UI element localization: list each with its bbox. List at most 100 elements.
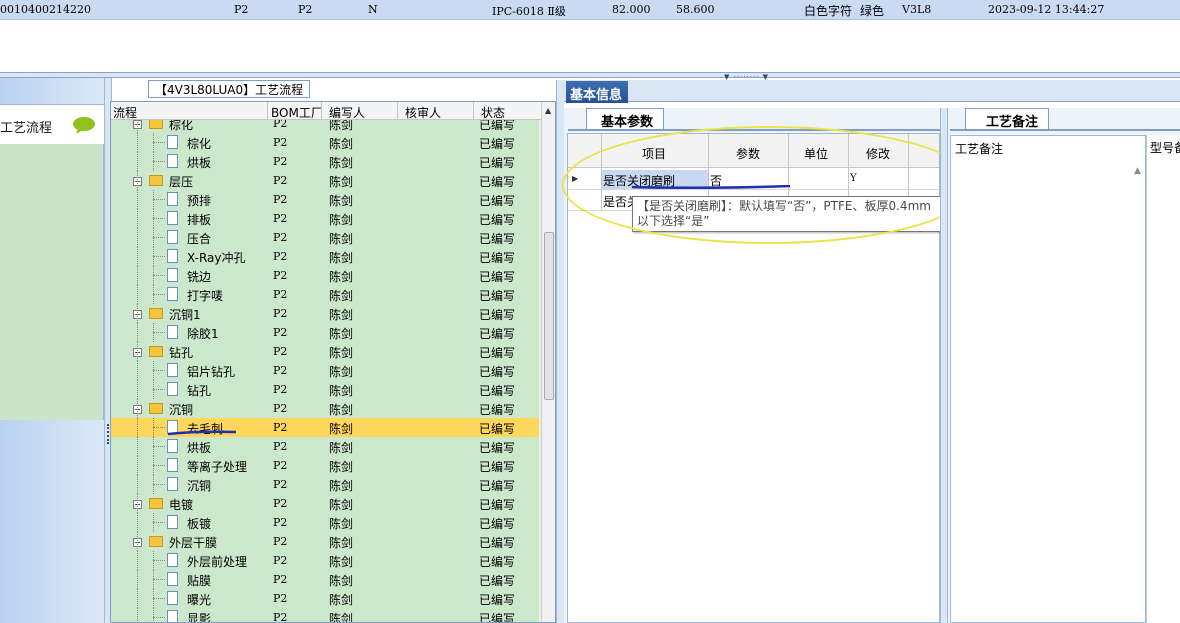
- model-notes-column[interactable]: 型号备: [1146, 135, 1180, 623]
- tree-node-row[interactable]: 烘板 P2 陈剑 已编写: [111, 437, 539, 456]
- cell-status: 已编写: [479, 574, 516, 588]
- folder-icon: [149, 175, 163, 186]
- tree-folder-row[interactable]: − 钻孔 P2 陈剑 已编写: [111, 342, 539, 361]
- nav-item-label: 工艺流程: [0, 121, 53, 136]
- tree-node-row[interactable]: 钻孔 P2 陈剑 已编写: [111, 380, 539, 399]
- nav-item-process[interactable]: 工艺流程: [0, 104, 104, 144]
- tree-node-row[interactable]: 显影 P2 陈剑 已编写: [111, 608, 539, 623]
- col-reviewer[interactable]: 核审人: [405, 104, 441, 121]
- middle-splitter[interactable]: [556, 80, 564, 623]
- tree-node-label: 烘板: [187, 441, 212, 455]
- cell-status: 已编写: [479, 365, 516, 379]
- record-char-color: 白色字符: [804, 4, 853, 18]
- tree-node-row[interactable]: 除胶1 P2 陈剑 已编写: [111, 323, 539, 342]
- tree-node-row[interactable]: 排板 P2 陈剑 已编写: [111, 209, 539, 228]
- tree-node-label: 沉铜: [169, 403, 194, 417]
- tree-node-row[interactable]: 外层前处理 P2 陈剑 已编写: [111, 551, 539, 570]
- tree-node-row[interactable]: 贴膜 P2 陈剑 已编写: [111, 570, 539, 589]
- tree-node-row[interactable]: 预排 P2 陈剑 已编写: [111, 190, 539, 209]
- col-process[interactable]: 流程: [113, 104, 137, 121]
- tree-header: 流程 BOM工厂 编写人 核审人 状态: [111, 102, 541, 120]
- process-tree[interactable]: 流程 BOM工厂 编写人 核审人 状态 − 棕化 P2 陈剑 已编写 棕化 P2 陈剑 已编写烘…: [110, 101, 556, 623]
- document-icon: [167, 572, 178, 586]
- tree-folder-row[interactable]: − 棕化 P2 陈剑 已编写: [111, 120, 539, 133]
- tree-node-row[interactable]: 打字唛 P2 陈剑 已编写: [111, 285, 539, 304]
- tree-node-label: 电镀: [169, 498, 194, 512]
- cell-status: 已编写: [479, 251, 516, 265]
- tab-process-notes[interactable]: 工艺备注: [965, 108, 1049, 130]
- tree-folder-row[interactable]: − 沉铜 P2 陈剑 已编写: [111, 399, 539, 418]
- col-author[interactable]: 编写人: [329, 104, 365, 121]
- cell-status: 已编写: [479, 156, 516, 170]
- cell-factory: P2: [273, 120, 288, 130]
- cell-status: 已编写: [479, 346, 516, 360]
- cell-author: 陈剑: [329, 536, 354, 550]
- cell-author: 陈剑: [329, 460, 354, 474]
- tree-node-label: 除胶1: [187, 327, 219, 341]
- tab-basic-params[interactable]: 基本参数: [586, 108, 664, 130]
- scroll-up-icon[interactable]: ▲: [545, 106, 551, 115]
- cell-author: 陈剑: [329, 346, 354, 360]
- cell-status: 已编写: [479, 270, 516, 284]
- tree-node-label: 显影: [187, 612, 212, 623]
- cell-factory: P2: [273, 497, 288, 510]
- tree-node-row[interactable]: 压合 P2 陈剑 已编写: [111, 228, 539, 247]
- cell-factory: P2: [273, 364, 288, 377]
- tree-scrollbar[interactable]: ▲: [541, 102, 555, 622]
- tree-node-label: 外层干膜: [169, 536, 218, 550]
- tree-node-row[interactable]: 铝片钻孔 P2 陈剑 已编写: [111, 361, 539, 380]
- notes-column-label: 工艺备注: [955, 142, 1004, 156]
- tree-folder-row[interactable]: − 电镀 P2 陈剑 已编写: [111, 494, 539, 513]
- record-row[interactable]: 0010400214220 P2 P2 N IPC-6018 Ⅱ级 82.000…: [0, 0, 1180, 20]
- col-status[interactable]: 状态: [481, 104, 505, 121]
- tab-basic-info[interactable]: 基本信息: [566, 81, 628, 103]
- cell-factory: P2: [273, 592, 288, 605]
- tree-node-row[interactable]: 板镀 P2 陈剑 已编写: [111, 513, 539, 532]
- cell-author: 陈剑: [329, 555, 354, 569]
- col-bom-factory[interactable]: BOM工厂: [271, 104, 323, 121]
- tree-node-label: 压合: [187, 232, 212, 246]
- tree-folder-row[interactable]: − 层压 P2 陈剑 已编写: [111, 171, 539, 190]
- cell-author: 陈剑: [329, 593, 354, 607]
- cell-factory: P2: [273, 440, 288, 453]
- document-icon: [167, 154, 178, 168]
- cell-author: 陈剑: [329, 441, 354, 455]
- folder-icon: [149, 536, 163, 547]
- document-icon: [167, 230, 178, 244]
- tree-node-row[interactable]: 烘板 P2 陈剑 已编写: [111, 152, 539, 171]
- horizontal-splitter[interactable]: ▼ ········ ▼: [0, 72, 1180, 81]
- tree-folder-row[interactable]: − 外层干膜 P2 陈剑 已编写: [111, 532, 539, 551]
- tree-node-row[interactable]: 铣边 P2 陈剑 已编写: [111, 266, 539, 285]
- scroll-up-icon[interactable]: ▲: [1134, 166, 1141, 176]
- tree-node-row[interactable]: 等离子处理 P2 陈剑 已编写: [111, 456, 539, 475]
- tree-node-label: 沉铜: [187, 479, 212, 493]
- scroll-thumb[interactable]: [544, 232, 554, 400]
- right-splitter[interactable]: [940, 108, 948, 623]
- tree-folder-row[interactable]: − 沉铜1 P2 陈剑 已编写: [111, 304, 539, 323]
- tree-node-label: 曝光: [187, 593, 212, 607]
- record-factory-b: P2: [298, 3, 313, 16]
- cell-factory: P2: [273, 554, 288, 567]
- cell-factory: P2: [273, 288, 288, 301]
- cell-factory: P2: [273, 250, 288, 263]
- tree-node-row[interactable]: 曝光 P2 陈剑 已编写: [111, 589, 539, 608]
- tab-underline: [950, 129, 1180, 131]
- cell-author: 陈剑: [329, 612, 354, 623]
- tree-node-row[interactable]: X-Ray冲孔 P2 陈剑 已编写: [111, 247, 539, 266]
- cell-status: 已编写: [479, 308, 516, 322]
- cell-author: 陈剑: [329, 289, 354, 303]
- cell-author: 陈剑: [329, 194, 354, 208]
- record-value-b: 58.600: [676, 3, 715, 16]
- tree-node-row[interactable]: 棕化 P2 陈剑 已编写: [111, 133, 539, 152]
- cell-factory: P2: [273, 174, 288, 187]
- cell-author: 陈剑: [329, 517, 354, 531]
- cell-factory: P2: [273, 573, 288, 586]
- cell-status: 已编写: [479, 120, 516, 132]
- tree-node-label: 打字唛: [187, 289, 224, 303]
- tree-node-row[interactable]: 沉铜 P2 陈剑 已编写: [111, 475, 539, 494]
- notes-textarea[interactable]: 工艺备注 ▲: [950, 135, 1146, 623]
- cell-status: 已编写: [479, 327, 516, 341]
- cell-status: 已编写: [479, 289, 516, 303]
- cell-author: 陈剑: [329, 403, 354, 417]
- cell-status: 已编写: [479, 384, 516, 398]
